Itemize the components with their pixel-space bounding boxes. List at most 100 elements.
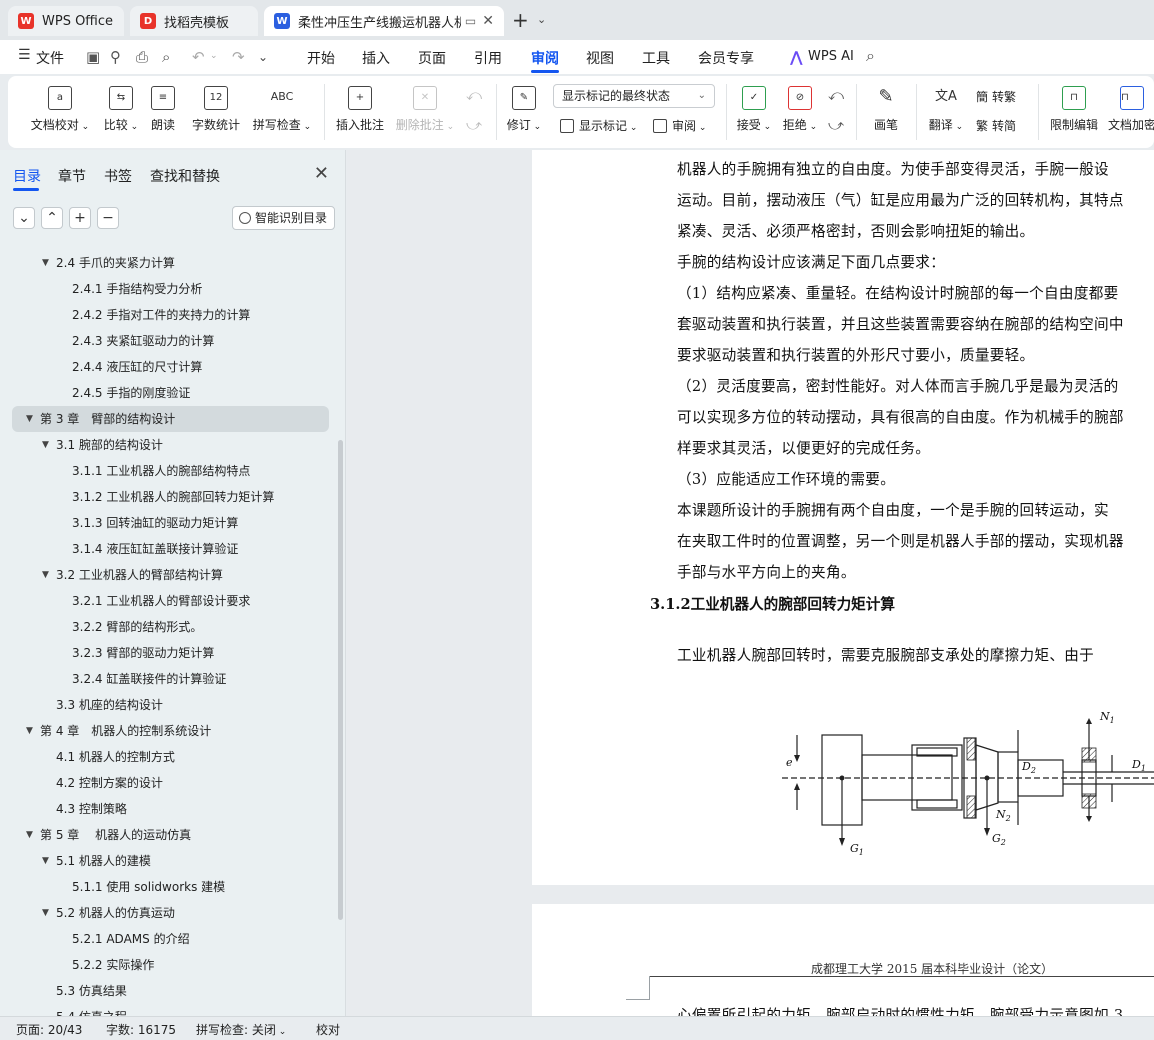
page-indicator[interactable]: 页面: 20/43 [16,1021,82,1038]
toc-item[interactable]: 5.2.1 ADAMS 的介绍 [0,926,340,952]
menu-file[interactable]: 文件 [36,48,64,68]
toc-item[interactable]: 3.2.2 臂部的结构形式。 [0,614,340,640]
expand-arrow-icon[interactable]: ▼ [26,406,33,432]
toc-item[interactable]: ▼ 3.2 工业机器人的臂部结构计算 [0,562,340,588]
toc-item[interactable]: 5.4 仿真之程 [0,1004,340,1016]
new-tab-icon[interactable]: + [512,10,529,30]
nav-tab-find-replace[interactable]: 查找和替换 [150,166,220,186]
toc-item[interactable]: 2.4.4 液压缸的尺寸计算 [0,354,340,380]
toc-item[interactable]: 2.4.1 手指结构受力分析 [0,276,340,302]
close-icon[interactable]: ✕ [314,163,329,184]
wps-ai-icon[interactable]: ⋀ [790,48,803,66]
chevron-down-icon[interactable]: ⌄ [537,13,546,26]
to-simplified-button[interactable]: 繁转简 [976,117,1016,134]
collapse-up-icon[interactable]: ⌃ [41,207,63,229]
doc-check-button[interactable]: a 文档校对 ⌄ [28,86,92,133]
expand-arrow-icon[interactable]: ▼ [42,900,49,926]
print-icon[interactable]: ⎙ [136,48,148,66]
menu-member[interactable]: 会员专享 [698,48,754,68]
proofread-button[interactable]: 校对 [316,1021,340,1038]
toc-item[interactable]: 2.4.5 手指的刚度验证 [0,380,340,406]
redo-icon[interactable]: ↷ [232,48,245,66]
expand-arrow-icon[interactable]: ▼ [26,718,33,744]
review-pane-button[interactable]: 审阅 ⌄ [653,117,706,134]
expand-arrow-icon[interactable]: ▼ [26,822,33,848]
nav-tab-bookmarks[interactable]: 书签 [104,166,132,186]
revise-button[interactable]: ✎ 修订 ⌄ [504,86,544,133]
nav-tab-toc[interactable]: 目录 [13,166,41,186]
toc-item[interactable]: ▼ 5.1 机器人的建模 [0,848,340,874]
toc-item[interactable]: 4.2 控制方案的设计 [0,770,340,796]
expand-arrow-icon[interactable]: ▼ [42,432,49,458]
chevron-down-icon[interactable]: ⌄ [210,51,218,61]
menu-review[interactable]: 审阅 [531,48,559,68]
prev-comment-icon[interactable]: ⤺ [466,86,482,104]
to-traditional-button[interactable]: 簡转繁 [976,88,1016,105]
toc-item[interactable]: ▼ 第 5 章 机器人的运动仿真 [0,822,340,848]
word-count-button[interactable]: 12 字数统计 [188,86,244,133]
menu-tools[interactable]: 工具 [642,48,670,68]
undo-icon[interactable]: ↶ [192,48,205,66]
expand-down-icon[interactable]: ⌄ [13,207,35,229]
toc-item[interactable]: 4.3 控制策略 [0,796,340,822]
link-icon[interactable]: ⚲ [110,48,121,66]
expand-arrow-icon[interactable]: ▼ [42,250,49,276]
save-icon[interactable]: ▣ [86,48,100,66]
toc-item[interactable]: 3.3 机座的结构设计 [0,692,340,718]
toc-item[interactable]: 3.1.3 回转油缸的驱动力矩计算 [0,510,340,536]
menu-references[interactable]: 引用 [474,48,502,68]
toc-item[interactable]: 2.4.3 夹紧缸驱动力的计算 [0,328,340,354]
compare-button[interactable]: ⇆ 比较 ⌄ [98,86,144,133]
tab-wps-office[interactable]: W WPS Office [8,6,124,36]
tab-template[interactable]: D 找稻壳模板 [130,6,258,36]
prev-change-icon[interactable]: ⤺ [828,86,844,104]
expand-arrow-icon[interactable]: ▼ [42,848,49,874]
menu-icon[interactable]: ☰ [18,47,31,63]
insert-comment-button[interactable]: + 插入批注 [334,86,386,133]
read-aloud-button[interactable]: ≡ 朗读 [148,86,178,133]
document-page[interactable]: 机器人的手腕拥有独立的自由度。为使手部变得灵活，手腕一般设 运动。目前，摆动液压（… [532,150,1154,960]
doc-encrypt-button[interactable]: ⊓ 文档加密 [1108,86,1154,133]
toc-item[interactable]: 5.2.2 实际操作 [0,952,340,978]
next-change-icon[interactable]: ⤻ [828,116,844,134]
print-preview-icon[interactable]: ⌕ [162,48,170,66]
next-comment-icon[interactable]: ⤻ [466,116,482,134]
toc-item[interactable]: 5.3 仿真结果 [0,978,340,1004]
word-count[interactable]: 字数: 16175 [106,1021,176,1038]
toc-item[interactable]: 3.2.3 臂部的驱动力矩计算 [0,640,340,666]
smart-toc-button[interactable]: 智能识别目录 [232,206,335,230]
spell-check-button[interactable]: ABC 拼写检查 ⌄ [250,86,314,133]
toc-item[interactable]: ▼ 第 4 章 机器人的控制系统设计 [0,718,340,744]
restrict-edit-button[interactable]: ⊓ 限制编辑 [1048,86,1100,133]
pen-button[interactable]: ✎ 画笔 [868,86,904,133]
translate-button[interactable]: 文A 翻译 ⌄ [924,86,968,133]
close-tab-icon[interactable]: ✕ [482,13,494,29]
remove-icon[interactable]: − [97,207,119,229]
menu-insert[interactable]: 插入 [362,48,390,68]
tab-document[interactable]: W 柔性冲压生产线搬运机器人机械 ▭ ✕ [264,6,504,36]
accept-button[interactable]: ✓ 接受 ⌄ [734,86,774,133]
menu-wps-ai[interactable]: WPS AI [808,49,854,64]
toc-item[interactable]: 4.1 机器人的控制方式 [0,744,340,770]
toc-item[interactable]: 3.1.4 液压缸缸盖联接计算验证 [0,536,340,562]
nav-tab-sections[interactable]: 章节 [58,166,86,186]
toc-item[interactable]: ▼ 3.1 腕部的结构设计 [0,432,340,458]
reject-button[interactable]: ⊘ 拒绝 ⌄ [780,86,820,133]
search-icon[interactable]: ⌕ [866,46,875,66]
toc-item[interactable]: 3.2.4 缸盖联接件的计算验证 [0,666,340,692]
toc-item[interactable]: 3.1.1 工业机器人的腕部结构特点 [0,458,340,484]
expand-arrow-icon[interactable]: ▼ [42,562,49,588]
toc-item[interactable]: ▼ 2.4 手爪的夹紧力计算 [0,250,340,276]
document-page-2[interactable]: 成都理工大学 2015 届本科毕业设计（论文） 心偏置所引起的力矩、腕部启动时的… [532,904,1154,1016]
toc-item[interactable]: 3.2.1 工业机器人的臂部设计要求 [0,588,340,614]
menu-view[interactable]: 视图 [586,48,614,68]
toc-item[interactable]: ▼ 第 3 章 臂部的结构设计 [12,406,329,432]
markup-mode-select[interactable]: 显示标记的最终状态 ⌄ [553,84,715,108]
menu-home[interactable]: 开始 [307,48,335,68]
add-icon[interactable]: + [69,207,91,229]
toc-scrollbar[interactable] [338,440,343,920]
toc-item[interactable]: 3.1.2 工业机器人的腕部回转力矩计算 [0,484,340,510]
toc-item[interactable]: 2.4.2 手指对工件的夹持力的计算 [0,302,340,328]
menu-page[interactable]: 页面 [418,48,446,68]
toc-item[interactable]: ▼ 5.2 机器人的仿真运动 [0,900,340,926]
